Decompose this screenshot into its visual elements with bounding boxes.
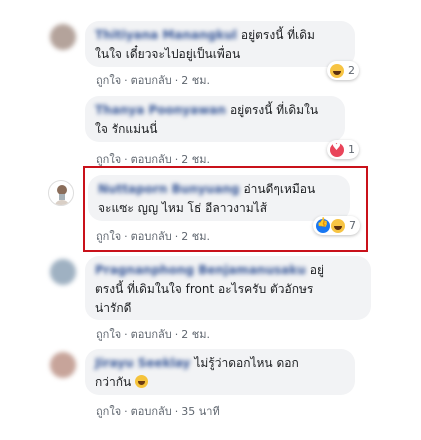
comment-author[interactable]: Thitiyana Manangkul bbox=[95, 28, 237, 42]
reaction-count: 2 bbox=[348, 64, 355, 77]
avatar[interactable] bbox=[50, 352, 76, 378]
comment-author[interactable]: Pragnanphong Benjamanusaku bbox=[95, 263, 306, 277]
haha-icon bbox=[330, 63, 344, 78]
comment-text: อยู่ตรงนี้ ที่เดิม bbox=[240, 28, 315, 42]
separator-dot: · bbox=[174, 153, 179, 166]
comment-author[interactable]: Thanya Poonyawan bbox=[95, 103, 226, 117]
comment-bubble: Pragnanphong Benjamanusaku อยู่ ตรงนี้ ที… bbox=[85, 256, 371, 320]
separator-dot: · bbox=[124, 405, 128, 418]
like-link[interactable]: ถูกใจ bbox=[96, 328, 121, 341]
reply-link[interactable]: ตอบกลับ bbox=[131, 153, 172, 166]
separator-dot: · bbox=[124, 153, 128, 166]
comment-time[interactable]: 35 นาที bbox=[181, 405, 219, 418]
comment-text: ไม่รู้ว่าดอกไหน ดอก bbox=[194, 356, 299, 370]
comment-time[interactable]: 2 ชม. bbox=[181, 74, 210, 87]
avatar[interactable] bbox=[50, 24, 76, 50]
like-link[interactable]: ถูกใจ bbox=[96, 74, 121, 87]
comment-bubble: Thitiyana Manangkul อยู่ตรงนี้ ที่เดิม ใน… bbox=[85, 21, 355, 67]
highlight-box bbox=[83, 166, 368, 252]
comment-text-line: ในใจ เดี๋ยวจะไปอยู่เป็นเพื่อน bbox=[95, 47, 241, 61]
separator-dot: · bbox=[174, 328, 179, 341]
reaction-count: 1 bbox=[348, 143, 355, 156]
comment-time[interactable]: 2 ชม. bbox=[181, 153, 210, 166]
comment-text: อยู่ bbox=[309, 263, 325, 277]
separator-dot: · bbox=[124, 74, 128, 87]
avatar[interactable] bbox=[48, 180, 74, 206]
comment-author[interactable]: Jirayu Seeklay bbox=[95, 356, 190, 370]
avatar[interactable] bbox=[50, 259, 76, 285]
separator-dot: · bbox=[174, 405, 179, 418]
reply-link[interactable]: ตอบกลับ bbox=[131, 405, 172, 418]
reply-link[interactable]: ตอบกลับ bbox=[131, 74, 172, 87]
like-link[interactable]: ถูกใจ bbox=[96, 153, 121, 166]
love-icon bbox=[330, 142, 344, 157]
reaction-summary[interactable]: 1 bbox=[327, 140, 359, 159]
separator-dot: · bbox=[174, 74, 179, 87]
laughing-emoji-icon bbox=[135, 375, 149, 388]
comment-text-line: น่ารักดี bbox=[95, 301, 132, 315]
comment-text-line: ตรงนี้ ที่เดิมในใจ front อะไรครับ ตัวอัก… bbox=[95, 282, 314, 296]
reply-link[interactable]: ตอบกลับ bbox=[131, 328, 172, 341]
comment-text-line: ใจ รักแม่นนี่ bbox=[95, 122, 158, 136]
comment-actions: ถูกใจ · ตอบกลับ · 35 นาที bbox=[96, 402, 220, 420]
comment-actions: ถูกใจ · ตอบกลับ · 2 ชม. bbox=[96, 325, 210, 343]
separator-dot: · bbox=[124, 328, 128, 341]
avatar-illustration-icon bbox=[55, 185, 69, 205]
comment-bubble: Jirayu Seeklay ไม่รู้ว่าดอกไหน ดอก กว่ากั… bbox=[85, 349, 355, 395]
reaction-summary[interactable]: 2 bbox=[327, 61, 359, 80]
comment-time[interactable]: 2 ชม. bbox=[181, 328, 210, 341]
comment-text: อยู่ตรงนี้ ที่เดิมใน bbox=[229, 103, 319, 117]
comment-text-line: กว่ากัน bbox=[95, 375, 132, 389]
comment-actions: ถูกใจ · ตอบกลับ · 2 ชม. bbox=[96, 71, 210, 89]
comment-bubble: Thanya Poonyawan อยู่ตรงนี้ ที่เดิมใน ใจ … bbox=[85, 96, 345, 142]
like-link[interactable]: ถูกใจ bbox=[96, 405, 121, 418]
